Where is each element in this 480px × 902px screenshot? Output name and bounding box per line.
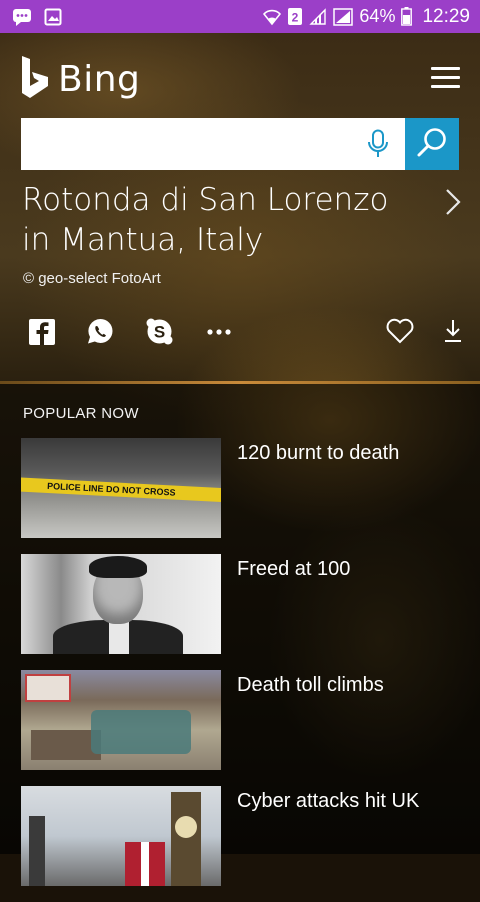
police-tape: POLICE LINE DO NOT CROSS xyxy=(21,477,221,505)
sim-icon: 2 xyxy=(287,7,303,26)
svg-text:2: 2 xyxy=(292,11,299,25)
news-thumbnail[interactable] xyxy=(21,786,221,886)
wifi-icon xyxy=(263,8,282,26)
hero-title[interactable]: Rotonda di San Lorenzo in Mantua, Italy xyxy=(22,180,422,260)
signal-icon xyxy=(309,7,327,26)
chevron-right-icon[interactable] xyxy=(444,188,462,221)
microphone-icon[interactable] xyxy=(351,118,405,170)
message-icon xyxy=(12,8,32,26)
bing-logo-icon xyxy=(20,55,50,104)
news-title[interactable]: 120 burnt to death xyxy=(237,440,399,554)
share-row: S xyxy=(28,318,232,345)
hero-actions xyxy=(386,318,462,349)
search-button[interactable] xyxy=(405,118,459,170)
signal-icon xyxy=(333,7,354,26)
news-title[interactable]: Freed at 100 xyxy=(237,556,350,670)
search-input[interactable] xyxy=(21,118,351,170)
section-divider xyxy=(0,381,480,384)
status-bar: 2 64% 12:29 xyxy=(0,0,480,33)
news-item[interactable]: Death toll climbs xyxy=(21,670,461,786)
news-item[interactable]: POLICE LINE DO NOT CROSS 120 burnt to de… xyxy=(21,438,461,554)
battery-percent: 64% xyxy=(359,6,396,26)
news-item[interactable]: Cyber attacks hit UK xyxy=(21,786,461,902)
hamburger-menu-icon[interactable] xyxy=(431,67,460,89)
bing-logo-text: Bing xyxy=(58,59,141,100)
skype-icon[interactable]: S xyxy=(146,318,173,345)
news-thumbnail[interactable] xyxy=(21,670,221,770)
popular-now-heading: POPULAR NOW xyxy=(23,405,139,422)
heart-icon[interactable] xyxy=(386,318,414,349)
app-header: Bing xyxy=(0,33,480,118)
news-thumbnail[interactable]: POLICE LINE DO NOT CROSS xyxy=(21,438,221,538)
more-icon[interactable] xyxy=(205,318,232,345)
news-item[interactable]: Freed at 100 xyxy=(21,554,461,670)
clock-time: 12:29 xyxy=(422,5,470,27)
search-bar xyxy=(21,118,459,170)
image-icon xyxy=(44,8,62,26)
photo-credit: © geo-select FotoArt xyxy=(23,270,161,287)
bing-logo[interactable]: Bing xyxy=(20,55,140,104)
news-title[interactable]: Death toll climbs xyxy=(237,672,384,786)
news-thumbnail[interactable] xyxy=(21,554,221,654)
news-title[interactable]: Cyber attacks hit UK xyxy=(237,788,419,902)
svg-text:S: S xyxy=(154,323,165,342)
search-icon xyxy=(416,126,448,163)
facebook-icon[interactable] xyxy=(28,318,55,345)
popular-news-list: POLICE LINE DO NOT CROSS 120 burnt to de… xyxy=(21,438,461,902)
download-icon[interactable] xyxy=(444,319,462,348)
whatsapp-icon[interactable] xyxy=(87,318,114,345)
battery-icon xyxy=(401,7,413,26)
